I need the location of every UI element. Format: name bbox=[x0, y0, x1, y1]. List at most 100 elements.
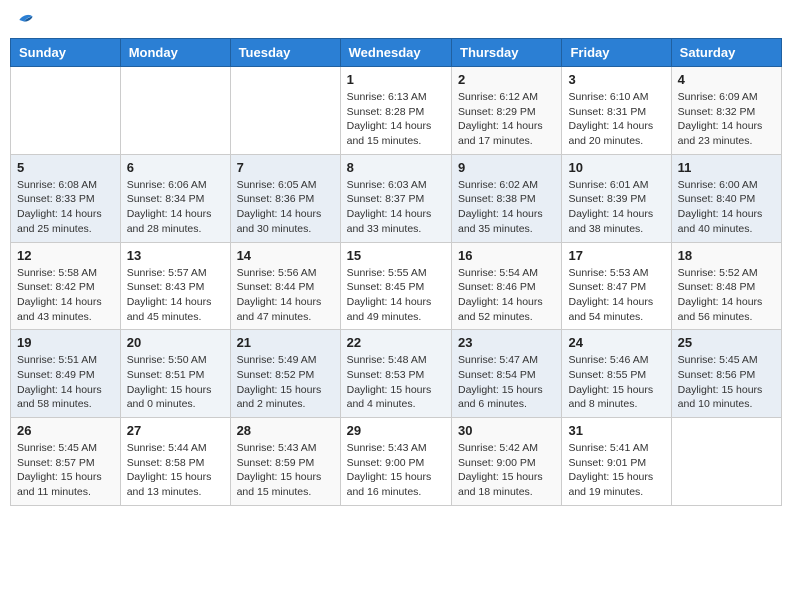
day-number: 26 bbox=[17, 423, 114, 438]
day-info: Sunrise: 5:43 AM Sunset: 9:00 PM Dayligh… bbox=[347, 441, 445, 500]
day-number: 2 bbox=[458, 72, 555, 87]
day-number: 14 bbox=[237, 248, 334, 263]
calendar-cell: 15Sunrise: 5:55 AM Sunset: 8:45 PM Dayli… bbox=[340, 242, 451, 330]
day-info: Sunrise: 5:48 AM Sunset: 8:53 PM Dayligh… bbox=[347, 353, 445, 412]
day-info: Sunrise: 5:43 AM Sunset: 8:59 PM Dayligh… bbox=[237, 441, 334, 500]
day-number: 27 bbox=[127, 423, 224, 438]
day-info: Sunrise: 6:08 AM Sunset: 8:33 PM Dayligh… bbox=[17, 178, 114, 237]
day-number: 13 bbox=[127, 248, 224, 263]
calendar-cell: 3 Sunrise: 6:10 AM Sunset: 8:31 PM Daylig… bbox=[562, 67, 671, 155]
day-info: Sunrise: 6:10 AM Sunset: 8:31 PM Dayligh… bbox=[568, 90, 664, 149]
day-number: 9 bbox=[458, 160, 555, 175]
day-info: Sunrise: 6:05 AM Sunset: 8:36 PM Dayligh… bbox=[237, 178, 334, 237]
calendar-cell: 6 Sunrise: 6:06 AM Sunset: 8:34 PM Daylig… bbox=[120, 154, 230, 242]
calendar-cell bbox=[230, 67, 340, 155]
weekday-header-thursday: Thursday bbox=[452, 39, 562, 67]
calendar-week-row: 26 Sunrise: 5:45 AM Sunset: 8:57 PM Dayli… bbox=[11, 418, 782, 506]
day-number: 29 bbox=[347, 423, 445, 438]
day-number: 4 bbox=[678, 72, 775, 87]
weekday-header-wednesday: Wednesday bbox=[340, 39, 451, 67]
logo bbox=[14, 10, 36, 30]
calendar-cell: 16 Sunrise: 5:54 AM Sunset: 8:46 PM Dayli… bbox=[452, 242, 562, 330]
calendar-cell: 31 Sunrise: 5:41 AM Sunset: 9:01 PM Dayli… bbox=[562, 418, 671, 506]
day-number: 3 bbox=[568, 72, 664, 87]
calendar-cell: 24Sunrise: 5:46 AM Sunset: 8:55 PM Dayli… bbox=[562, 330, 671, 418]
day-number: 6 bbox=[127, 160, 224, 175]
calendar-cell bbox=[11, 67, 121, 155]
day-number: 28 bbox=[237, 423, 334, 438]
calendar-cell: 7 Sunrise: 6:05 AM Sunset: 8:36 PM Daylig… bbox=[230, 154, 340, 242]
day-number: 11 bbox=[678, 160, 775, 175]
calendar-cell: 18 Sunrise: 5:52 AM Sunset: 8:48 PM Dayli… bbox=[671, 242, 781, 330]
page-header bbox=[10, 10, 782, 30]
weekday-header-friday: Friday bbox=[562, 39, 671, 67]
weekday-header-sunday: Sunday bbox=[11, 39, 121, 67]
calendar-cell: 20 Sunrise: 5:50 AM Sunset: 8:51 PM Dayli… bbox=[120, 330, 230, 418]
day-info: Sunrise: 5:53 AM Sunset: 8:47 PM Dayligh… bbox=[568, 266, 664, 325]
calendar-cell: 25 Sunrise: 5:45 AM Sunset: 8:56 PM Dayli… bbox=[671, 330, 781, 418]
day-info: Sunrise: 5:51 AM Sunset: 8:49 PM Dayligh… bbox=[17, 353, 114, 412]
day-info: Sunrise: 5:42 AM Sunset: 9:00 PM Dayligh… bbox=[458, 441, 555, 500]
weekday-header-saturday: Saturday bbox=[671, 39, 781, 67]
day-number: 1 bbox=[347, 72, 445, 87]
day-info: Sunrise: 5:47 AM Sunset: 8:54 PM Dayligh… bbox=[458, 353, 555, 412]
calendar-cell: 19 Sunrise: 5:51 AM Sunset: 8:49 PM Dayli… bbox=[11, 330, 121, 418]
calendar-cell: 11 Sunrise: 6:00 AM Sunset: 8:40 PM Dayli… bbox=[671, 154, 781, 242]
calendar-cell: 23Sunrise: 5:47 AM Sunset: 8:54 PM Dayli… bbox=[452, 330, 562, 418]
day-number: 17 bbox=[568, 248, 664, 263]
day-number: 31 bbox=[568, 423, 664, 438]
calendar-cell bbox=[120, 67, 230, 155]
day-number: 16 bbox=[458, 248, 555, 263]
day-number: 21 bbox=[237, 335, 334, 350]
day-number: 12 bbox=[17, 248, 114, 263]
day-info: Sunrise: 5:41 AM Sunset: 9:01 PM Dayligh… bbox=[568, 441, 664, 500]
calendar-cell: 2Sunrise: 6:12 AM Sunset: 8:29 PM Daylig… bbox=[452, 67, 562, 155]
day-info: Sunrise: 5:56 AM Sunset: 8:44 PM Dayligh… bbox=[237, 266, 334, 325]
logo-bird-icon bbox=[16, 10, 36, 30]
calendar-week-row: 19 Sunrise: 5:51 AM Sunset: 8:49 PM Dayli… bbox=[11, 330, 782, 418]
day-number: 24 bbox=[568, 335, 664, 350]
calendar-cell: 21 Sunrise: 5:49 AM Sunset: 8:52 PM Dayli… bbox=[230, 330, 340, 418]
day-number: 7 bbox=[237, 160, 334, 175]
day-info: Sunrise: 6:01 AM Sunset: 8:39 PM Dayligh… bbox=[568, 178, 664, 237]
day-info: Sunrise: 5:54 AM Sunset: 8:46 PM Dayligh… bbox=[458, 266, 555, 325]
day-info: Sunrise: 5:50 AM Sunset: 8:51 PM Dayligh… bbox=[127, 353, 224, 412]
calendar-week-row: 12 Sunrise: 5:58 AM Sunset: 8:42 PM Dayli… bbox=[11, 242, 782, 330]
day-number: 25 bbox=[678, 335, 775, 350]
day-info: Sunrise: 5:57 AM Sunset: 8:43 PM Dayligh… bbox=[127, 266, 224, 325]
calendar-table: SundayMondayTuesdayWednesdayThursdayFrid… bbox=[10, 38, 782, 506]
day-info: Sunrise: 5:55 AM Sunset: 8:45 PM Dayligh… bbox=[347, 266, 445, 325]
calendar-cell: 1Sunrise: 6:13 AM Sunset: 8:28 PM Daylig… bbox=[340, 67, 451, 155]
day-number: 8 bbox=[347, 160, 445, 175]
calendar-cell: 29 Sunrise: 5:43 AM Sunset: 9:00 PM Dayli… bbox=[340, 418, 451, 506]
day-info: Sunrise: 5:58 AM Sunset: 8:42 PM Dayligh… bbox=[17, 266, 114, 325]
day-number: 20 bbox=[127, 335, 224, 350]
calendar-cell: 8Sunrise: 6:03 AM Sunset: 8:37 PM Daylig… bbox=[340, 154, 451, 242]
calendar-cell: 12 Sunrise: 5:58 AM Sunset: 8:42 PM Dayli… bbox=[11, 242, 121, 330]
weekday-header-tuesday: Tuesday bbox=[230, 39, 340, 67]
calendar-cell: 30Sunrise: 5:42 AM Sunset: 9:00 PM Dayli… bbox=[452, 418, 562, 506]
day-info: Sunrise: 6:00 AM Sunset: 8:40 PM Dayligh… bbox=[678, 178, 775, 237]
day-number: 10 bbox=[568, 160, 664, 175]
calendar-cell: 4 Sunrise: 6:09 AM Sunset: 8:32 PM Daylig… bbox=[671, 67, 781, 155]
day-info: Sunrise: 5:45 AM Sunset: 8:57 PM Dayligh… bbox=[17, 441, 114, 500]
calendar-cell: 22Sunrise: 5:48 AM Sunset: 8:53 PM Dayli… bbox=[340, 330, 451, 418]
calendar-cell: 27Sunrise: 5:44 AM Sunset: 8:58 PM Dayli… bbox=[120, 418, 230, 506]
weekday-header-monday: Monday bbox=[120, 39, 230, 67]
day-info: Sunrise: 6:09 AM Sunset: 8:32 PM Dayligh… bbox=[678, 90, 775, 149]
calendar-cell: 17 Sunrise: 5:53 AM Sunset: 8:47 PM Dayli… bbox=[562, 242, 671, 330]
day-info: Sunrise: 6:02 AM Sunset: 8:38 PM Dayligh… bbox=[458, 178, 555, 237]
calendar-week-row: 5 Sunrise: 6:08 AM Sunset: 8:33 PM Daylig… bbox=[11, 154, 782, 242]
day-number: 19 bbox=[17, 335, 114, 350]
day-info: Sunrise: 5:52 AM Sunset: 8:48 PM Dayligh… bbox=[678, 266, 775, 325]
calendar-cell: 14 Sunrise: 5:56 AM Sunset: 8:44 PM Dayli… bbox=[230, 242, 340, 330]
day-number: 5 bbox=[17, 160, 114, 175]
calendar-cell: 13 Sunrise: 5:57 AM Sunset: 8:43 PM Dayli… bbox=[120, 242, 230, 330]
day-info: Sunrise: 5:49 AM Sunset: 8:52 PM Dayligh… bbox=[237, 353, 334, 412]
calendar-cell: 5 Sunrise: 6:08 AM Sunset: 8:33 PM Daylig… bbox=[11, 154, 121, 242]
day-number: 18 bbox=[678, 248, 775, 263]
day-info: Sunrise: 6:06 AM Sunset: 8:34 PM Dayligh… bbox=[127, 178, 224, 237]
day-info: Sunrise: 5:45 AM Sunset: 8:56 PM Dayligh… bbox=[678, 353, 775, 412]
calendar-week-row: 1Sunrise: 6:13 AM Sunset: 8:28 PM Daylig… bbox=[11, 67, 782, 155]
calendar-cell: 10 Sunrise: 6:01 AM Sunset: 8:39 PM Dayli… bbox=[562, 154, 671, 242]
